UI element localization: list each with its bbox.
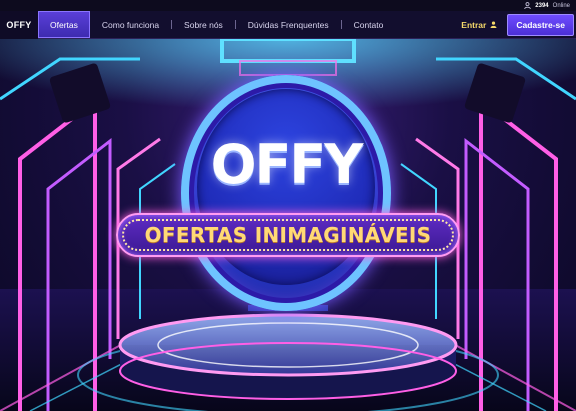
nav-menu: Ofertas Como funciona Sobre nós Dúvidas …: [38, 11, 395, 38]
hero-brand-logo: OFFY: [210, 133, 364, 196]
online-count: 2394: [535, 2, 549, 9]
nav-item-sobre-nos[interactable]: Sobre nós: [172, 11, 235, 38]
main-navbar: OFFY Ofertas Como funciona Sobre nós Dúv…: [0, 10, 576, 39]
slogan-banner: OFERTAS INIMAGINÁVEIS: [116, 213, 460, 257]
slogan-text: OFERTAS INIMAGINÁVEIS: [144, 223, 432, 247]
brand-emblem: OFFY: [181, 75, 391, 311]
nav-item-duvidas-frequentes[interactable]: Dúvidas Frenquentes: [236, 11, 341, 38]
signup-button[interactable]: Cadastre-se: [507, 13, 574, 36]
site-logo[interactable]: OFFY: [0, 10, 38, 39]
nav-actions: Entrar Cadastre-se: [451, 11, 576, 38]
hero-banner: OFFY OFERTAS INIMAGINÁVEIS: [0, 39, 576, 411]
user-icon: [524, 2, 532, 9]
nav-item-ofertas[interactable]: Ofertas: [38, 11, 90, 38]
online-status-bar: 2394 Online: [0, 0, 576, 11]
user-icon: [490, 21, 497, 28]
online-label: Online: [552, 2, 570, 9]
nav-item-como-funciona[interactable]: Como funciona: [90, 11, 171, 38]
login-label: Entrar: [461, 19, 487, 30]
login-button[interactable]: Entrar: [451, 11, 507, 38]
nav-item-contato[interactable]: Contato: [342, 11, 396, 38]
